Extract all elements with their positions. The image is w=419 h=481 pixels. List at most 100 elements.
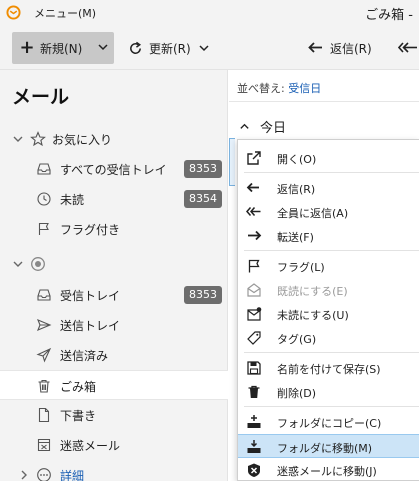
menu-item-mark-read[interactable]: 既読にする(E) [238,278,419,302]
chevron-down-icon[interactable] [199,43,209,53]
menu-item-forward[interactable]: 転送(F) [238,224,419,248]
flag-icon [248,259,260,273]
chevron-down-icon[interactable] [12,258,24,270]
more-icon [37,468,51,481]
reply-all-button[interactable] [398,32,419,64]
move-to-folder-icon [247,440,261,453]
sidebar-item-flagged[interactable]: フラグ付き [0,214,228,244]
sort-value[interactable]: 受信日 [288,82,321,95]
favorites-header[interactable]: お気に入り [0,124,228,154]
menu-item-open[interactable]: 開く(O) [238,146,419,170]
refresh-icon [130,41,142,54]
menu-item-label: タグ(G) [277,333,317,346]
menu-separator [244,352,419,353]
favorites-label: お気に入り [52,133,113,147]
sidebar-item-junk[interactable]: 迷惑メール [0,430,228,460]
trash-icon [38,379,50,393]
sidebar-item-label: 未読 [60,193,85,207]
reply-label: 返信(R) [330,41,372,56]
sidebar-item-all-inboxes[interactable]: すべての受信トレイ 8353 [0,154,228,184]
window-title: ごみ箱 - [365,8,413,23]
toolbar: + 新規(N) 更新(R) 返信(R) [0,26,419,70]
app-logo-icon[interactable] [6,5,21,20]
save-icon [247,361,261,375]
menu-item-label: フラグ(L) [277,261,325,274]
selected-message-row[interactable] [229,138,235,186]
move-to-junk-icon [248,463,260,477]
menu-item-label: 既読にする(E) [277,285,348,298]
menu-item-mark-unread[interactable]: 未読にする(U) [238,302,419,326]
refresh-button[interactable]: 更新(R) [128,32,215,64]
inbox-icon [37,163,51,175]
main-menu[interactable]: メニュー(M) [34,5,96,21]
menu-separator [244,172,419,173]
account-header[interactable] [0,249,228,279]
sidebar-item-label: ごみ箱 [60,380,97,394]
sidebar-item-sent[interactable]: 送信済み [0,340,228,370]
inbox-icon [37,289,51,301]
open-icon [247,151,261,165]
chevron-down-icon[interactable] [12,133,24,145]
flag-icon [38,222,49,235]
refresh-label: 更新(R) [149,41,191,56]
unread-count-badge: 8354 [184,190,222,208]
unread-count-badge: 8353 [184,286,222,304]
menu-item-label: フォルダに移動(M) [277,442,373,455]
sidebar-item-inbox[interactable]: 受信トレイ 8353 [0,280,228,310]
sort-label: 並べ替え: [237,82,285,95]
reply-all-icon [398,42,417,53]
date-group-label: 今日 [260,120,287,136]
menu-item-reply-all[interactable]: 全員に返信(A) [238,200,419,224]
copy-to-folder-icon [247,415,261,428]
menu-item-label: 削除(D) [277,387,317,400]
menu-item-label: 転送(F) [277,231,314,244]
sidebar-item-label: 送信済み [60,349,109,363]
clock-icon [37,192,51,206]
sidebar-item-outbox[interactable]: 送信トレイ [0,310,228,340]
junk-icon [37,438,51,452]
menu-item-tag[interactable]: タグ(G) [238,326,419,350]
chevron-down-icon[interactable] [98,42,108,52]
new-message-button[interactable]: + 新規(N) [12,32,114,64]
star-icon [30,131,46,147]
navigation-pane: メール お気に入り すべての受信トレイ 8353 未読 8354 フラグ付き 受… [0,70,228,481]
sort-control[interactable]: 並べ替え: 受信日 [237,80,321,96]
menu-item-reply[interactable]: 返信(R) [238,176,419,200]
menu-item-label: フォルダにコピー(C) [277,417,382,430]
send-icon [36,347,52,363]
menu-item-label: 開く(O) [277,153,317,166]
outbox-icon [37,318,52,332]
menu-item-label: 返信(R) [277,183,316,196]
delete-icon [248,385,260,398]
sidebar-item-label: 下書き [60,409,97,423]
menu-separator [244,250,419,251]
sidebar-item-drafts[interactable]: 下書き [0,400,228,430]
menu-item-label: 未読にする(U) [277,309,349,322]
account-icon [31,257,45,271]
sidebar-item-trash[interactable]: ごみ箱 [0,370,228,400]
sidebar-item-more[interactable]: 詳細 [0,460,228,481]
draft-icon [38,407,50,423]
sidebar-item-label: フラグ付き [60,223,121,237]
menu-item-move-to-junk[interactable]: 迷惑メールに移動(J) [238,458,419,481]
title-bar: メニュー(M) ごみ箱 - [0,0,419,26]
chevron-up-icon[interactable] [239,121,250,132]
menu-item-move-to-folder[interactable]: フォルダに移動(M) [238,434,419,458]
tag-icon [247,331,261,345]
date-group-header[interactable]: 今日 [239,117,287,136]
context-menu: 開く(O) 返信(R) 全員に返信(A) 転送(F) フラグ(L) 既読にする(… [237,139,419,481]
forward-icon [248,230,262,241]
sidebar-item-unread[interactable]: 未読 8354 [0,184,228,214]
menu-item-flag[interactable]: フラグ(L) [238,254,419,278]
menu-item-delete[interactable]: 削除(D) [238,380,419,404]
menu-separator [244,406,419,407]
unread-count-badge: 8353 [184,160,222,178]
mark-read-icon [247,283,261,297]
menu-item-copy-to-folder[interactable]: フォルダにコピー(C) [238,410,419,434]
menu-item-label: 迷惑メールに移動(J) [277,465,377,478]
sidebar-item-label: 送信トレイ [60,319,121,333]
menu-item-save-as[interactable]: 名前を付けて保存(S) [238,356,419,380]
sidebar-item-label: 受信トレイ [60,289,121,303]
reply-button[interactable]: 返信(R) [308,32,372,64]
chevron-right-icon[interactable] [18,469,30,481]
